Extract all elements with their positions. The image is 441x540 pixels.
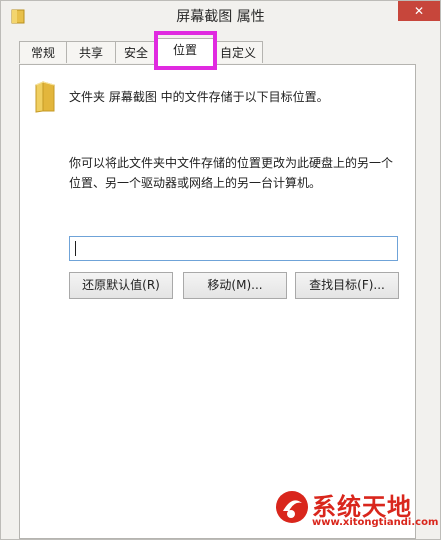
logo-icon <box>276 491 308 523</box>
tab-sharing[interactable]: 共享 <box>66 41 116 63</box>
properties-window: 屏幕截图 属性 ✕ 常规 共享 安全 位置 自定义 文件夹 屏幕截图 中的文件存… <box>0 0 441 540</box>
watermark-url: www.xitongtiandi.com <box>312 517 439 528</box>
restore-default-button[interactable]: 还原默认值(R) <box>69 272 173 299</box>
target-path-input[interactable] <box>69 236 398 261</box>
site-watermark: 系统天地 www.xitongtiandi.com <box>274 487 438 533</box>
move-button[interactable]: 移动(M)... <box>183 272 287 299</box>
location-intro-text: 文件夹 屏幕截图 中的文件存储于以下目标位置。 <box>69 90 329 104</box>
location-panel: 文件夹 屏幕截图 中的文件存储于以下目标位置。 你可以将此文件夹中文件存储的位置… <box>19 64 416 539</box>
text-caret <box>75 241 76 256</box>
find-target-button[interactable]: 查找目标(F)... <box>295 272 399 299</box>
window-title: 屏幕截图 属性 <box>176 9 265 25</box>
tab-general[interactable]: 常规 <box>19 41 67 63</box>
tab-customize[interactable]: 自定义 <box>213 41 263 63</box>
close-button[interactable]: ✕ <box>398 1 440 21</box>
tab-security[interactable]: 安全 <box>115 41 157 63</box>
title-bar[interactable]: 屏幕截图 属性 ✕ <box>1 1 440 31</box>
location-description: 你可以将此文件夹中文件存储的位置更改为此硬盘上的另一个位置、另一个驱动器或网络上… <box>69 156 394 190</box>
folder-icon <box>35 81 55 113</box>
tab-location[interactable]: 位置 <box>156 38 214 65</box>
close-icon: ✕ <box>413 4 425 18</box>
